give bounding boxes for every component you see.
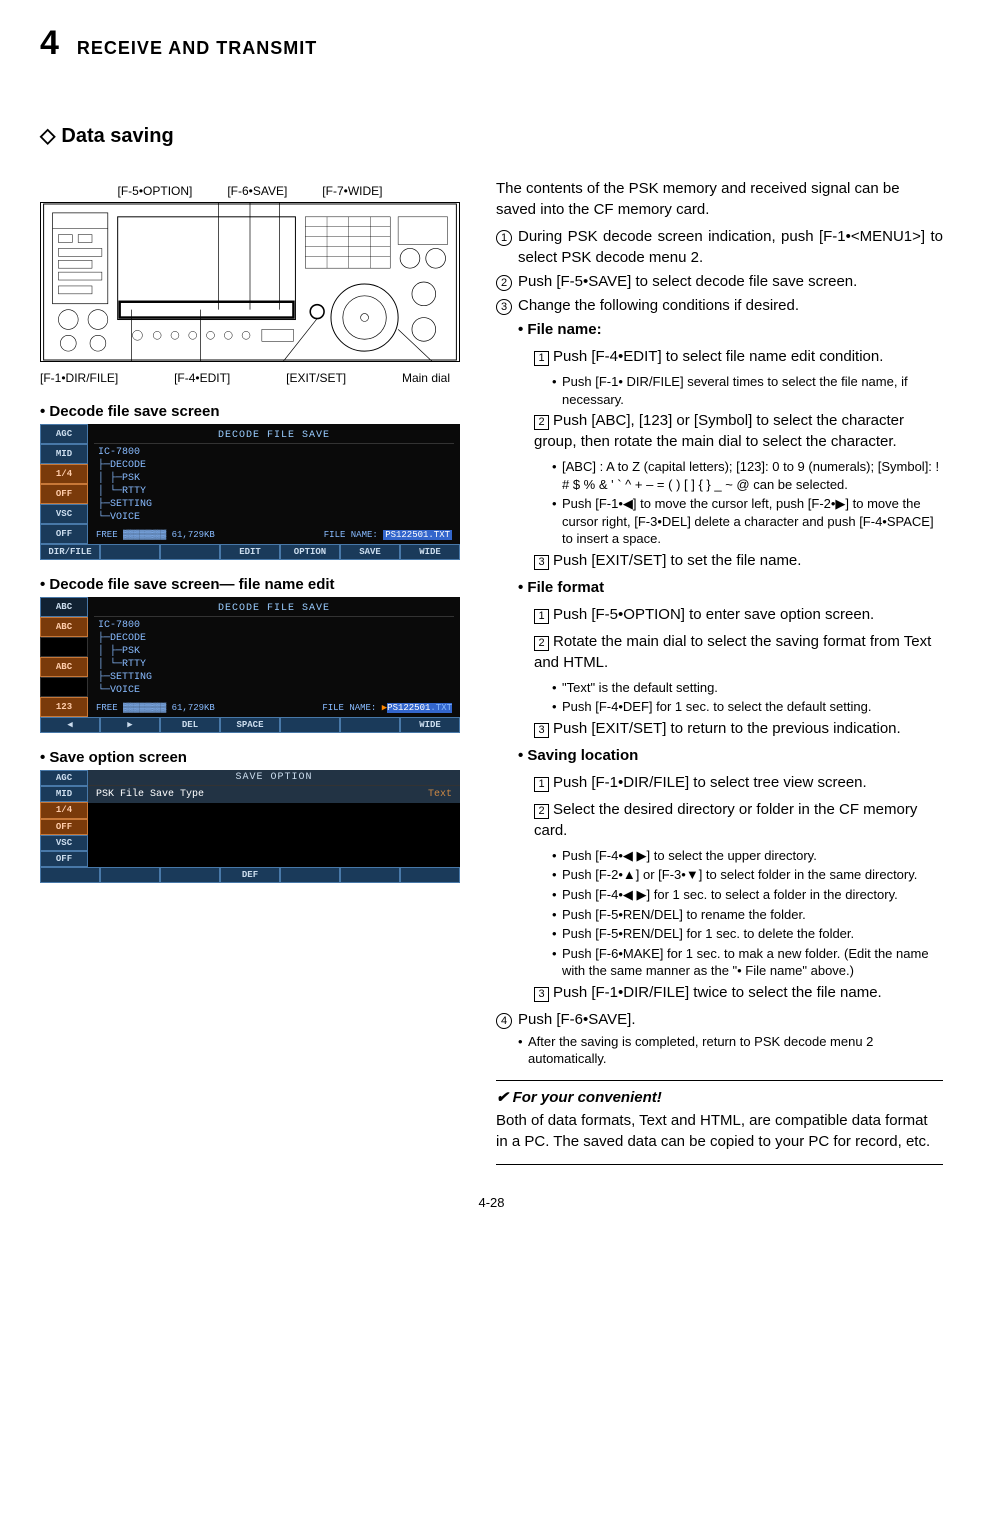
heading-filename: • File name: (496, 319, 943, 340)
side-abc: ABC (40, 617, 88, 637)
side-123: 123 (40, 697, 88, 717)
f-right: ▶ (100, 717, 160, 733)
lcd-status-edit: FREE ▓▓▓▓▓▓▓▓ 61,729KB FILE NAME: ▶PS122… (94, 703, 454, 713)
chapter-title: RECEIVE AND TRANSMIT (77, 38, 317, 59)
filename-block: 1Push [F-4•EDIT] to select file name edi… (496, 346, 943, 571)
heading-name-edit: • Decode file save screen— file name edi… (40, 576, 460, 593)
callout-f7-wide: [F-7•WIDE] (322, 184, 382, 198)
callout-f6-save: [F-6•SAVE] (227, 184, 287, 198)
f-dirfile: DIR/FILE (40, 544, 100, 560)
so-off2: OFF (40, 851, 88, 867)
side-mid: MID (40, 444, 88, 464)
tip-heading: ✔For your convenient! (496, 1087, 943, 1108)
heading-format: • File format (496, 577, 943, 598)
separator-2 (496, 1164, 943, 1165)
page-number: 4-28 (40, 1195, 943, 1210)
side-agc: AGC (40, 424, 88, 444)
f-wide2: WIDE (400, 717, 460, 733)
radio-illustration (40, 202, 460, 362)
fo6 (340, 867, 400, 883)
f-blank-e1 (280, 717, 340, 733)
format-block: 1Push [F-5•OPTION] to enter save option … (496, 604, 943, 739)
f-blank1 (100, 544, 160, 560)
step-4-note: •After the saving is completed, return t… (496, 1033, 943, 1068)
heading-location: • Saving location (496, 745, 943, 766)
f-save: SAVE (340, 544, 400, 560)
opt-label: PSK File Save Type (96, 789, 428, 800)
step-3: 3 Change the following conditions if des… (496, 295, 943, 316)
side-blank (40, 677, 88, 697)
opt-value: Text (428, 789, 452, 800)
heading-decode-save: • Decode file save screen (40, 403, 460, 420)
screen-save-option: AGC MID 1/4 OFF VSC OFF SAVE OPTION PSK … (40, 770, 460, 883)
screen-decode-save: AGC MID 1/4 OFF VSC OFF DECODE FILE SAVE… (40, 424, 460, 560)
lcd-f-row-edit: ◀ ▶ DEL SPACE WIDE (40, 717, 460, 733)
side-abc-header: ABC (40, 597, 88, 617)
chapter-number: 4 (40, 24, 59, 63)
f-option: OPTION (280, 544, 340, 560)
fo1 (40, 867, 100, 883)
fo5 (280, 867, 340, 883)
step-2: 2 Push [F-5•SAVE] to select decode file … (496, 271, 943, 292)
lcd-f-row: DIR/FILE EDIT OPTION SAVE WIDE (40, 544, 460, 560)
lcd-tree: IC-7800 ├─DECODE │ ├─PSK │ └─RTTY ├─SETT… (94, 444, 454, 530)
callout-f1-dirfile: [F-1•DIR/FILE] (40, 371, 118, 385)
page-header: 4 RECEIVE AND TRANSMIT (40, 24, 943, 63)
so-agc: AGC (40, 770, 88, 786)
lcd-title-decode-save: DECODE FILE SAVE (94, 428, 454, 444)
f-blank-e2 (340, 717, 400, 733)
right-column: The contents of the PSK memory and recei… (496, 178, 943, 1171)
lcd-f-row-opt: DEF (40, 867, 460, 883)
radio-diagram: [F-5•OPTION] [F-6•SAVE] [F-7•WIDE] (40, 184, 460, 385)
fo7 (400, 867, 460, 883)
f-space: SPACE (220, 717, 280, 733)
callout-f4-edit: [F-4•EDIT] (174, 371, 230, 385)
so-off1: OFF (40, 819, 88, 835)
tip-body: Both of data formats, Text and HTML, are… (496, 1110, 943, 1152)
f-def: DEF (220, 867, 280, 883)
side-abc3: ABC (40, 657, 88, 677)
section-title: ◇ Data saving (40, 123, 943, 148)
side-vsc: VSC (40, 504, 88, 524)
side-quarter: 1/4 (40, 464, 88, 484)
callout-f5-option: [F-5•OPTION] (117, 184, 192, 198)
f-edit: EDIT (220, 544, 280, 560)
fo2 (100, 867, 160, 883)
f-blank2 (160, 544, 220, 560)
opt-row: PSK File Save Type Text (88, 786, 460, 803)
lcd-status: FREE ▓▓▓▓▓▓▓▓ 61,729KB FILE NAME: PS1225… (94, 530, 454, 540)
section-title-text: Data saving (61, 125, 173, 147)
left-column: [F-5•OPTION] [F-6•SAVE] [F-7•WIDE] (40, 178, 460, 1171)
so-quarter: 1/4 (40, 802, 88, 818)
side-off2: OFF (40, 524, 88, 544)
lcd-title-name-edit: DECODE FILE SAVE (94, 601, 454, 617)
step-1: 1 During PSK decode screen indication, p… (496, 226, 943, 268)
diamond-icon: ◇ (40, 125, 55, 147)
heading-save-option: • Save option screen (40, 749, 460, 766)
so-vsc: VSC (40, 835, 88, 851)
f-wide: WIDE (400, 544, 460, 560)
fo3 (160, 867, 220, 883)
screen-name-edit: ABC ABC ABC 123 DECODE FILE SAVE IC-7800… (40, 597, 460, 733)
side-off1: OFF (40, 484, 88, 504)
f-del: DEL (160, 717, 220, 733)
lcd-tree-edit: IC-7800 ├─DECODE │ ├─PSK │ └─RTTY ├─SETT… (94, 617, 454, 703)
f-left: ◀ (40, 717, 100, 733)
lcd-title-save-option: SAVE OPTION (88, 770, 460, 786)
so-mid: MID (40, 786, 88, 802)
separator (496, 1080, 943, 1081)
location-block: 1Push [F-1•DIR/FILE] to select tree view… (496, 772, 943, 1003)
callout-exit-set: [EXIT/SET] (286, 371, 346, 385)
step-4: 4 Push [F-6•SAVE]. (496, 1009, 943, 1030)
intro-text: The contents of the PSK memory and recei… (496, 178, 943, 220)
callout-main-dial: Main dial (402, 371, 450, 385)
side-abc2 (40, 637, 88, 657)
